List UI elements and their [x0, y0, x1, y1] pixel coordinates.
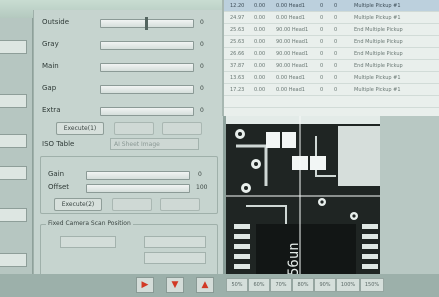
left-field-4[interactable]: [0, 166, 27, 180]
gain-value: 0: [198, 171, 202, 178]
left-field-6[interactable]: [0, 253, 27, 267]
offset-value: 100: [196, 184, 208, 191]
iso-table-label: ISO Table: [42, 140, 75, 148]
zoom-90-button[interactable]: 90%: [314, 278, 336, 292]
param-label-main: Main: [42, 62, 59, 70]
placement-table: 12.20 0.00 0.00 Head1 0 0 Multiple Picku…: [222, 0, 439, 116]
row2-button-3[interactable]: [160, 198, 200, 211]
right-side-panel: [380, 116, 439, 289]
arrow-left-button[interactable]: ▶: [136, 277, 154, 293]
fixed-camera-group: [40, 224, 218, 276]
table-row[interactable]: 37.87 0.00 90.00 Head1 0 0 End Multiple …: [224, 60, 439, 72]
execute-2-button[interactable]: Execute(2): [54, 198, 102, 211]
table-row[interactable]: 12.20 0.00 0.00 Head1 0 0 Multiple Picku…: [224, 0, 439, 12]
iso-table-dropdown[interactable]: AI Sheet Image: [110, 138, 199, 150]
row1-button-2[interactable]: [114, 122, 154, 135]
zoom-60-button[interactable]: 60%: [248, 278, 270, 292]
param-value-gray: 0: [200, 41, 204, 48]
slider-main[interactable]: [100, 63, 194, 72]
slider-outside[interactable]: [100, 17, 194, 30]
arrow-icon: ▶: [141, 279, 149, 290]
slider-extra[interactable]: [100, 107, 194, 116]
table-row[interactable]: 25.63 0.00 90.00 Head1 0 0 End Multiple …: [224, 36, 439, 48]
table-row[interactable]: [224, 108, 439, 116]
gain-label: Gain: [48, 170, 65, 178]
param-label-gray: Gray: [42, 40, 59, 48]
param-label-outside: Outside: [42, 18, 70, 26]
zoom-50-button[interactable]: 50%: [226, 278, 248, 292]
left-field-3[interactable]: [0, 134, 27, 148]
param-value-gap: 0: [200, 85, 204, 92]
slider-offset[interactable]: [86, 184, 190, 193]
left-side-panel: [0, 18, 33, 297]
slider-thumb[interactable]: [145, 17, 148, 30]
slider-gap[interactable]: [100, 85, 194, 94]
table-row[interactable]: 26.66 0.00 90.00 Head1 0 0 End Multiple …: [224, 48, 439, 60]
fixed-camera-title: Fixed Camera Scan Position: [46, 220, 133, 227]
param-label-gap: Gap: [42, 84, 57, 92]
left-field-1[interactable]: [0, 40, 27, 54]
offset-label: Offset: [48, 183, 70, 191]
param-value-outside: 0: [200, 19, 204, 26]
arrow-down-button[interactable]: ▼: [166, 277, 184, 293]
camera-x-field[interactable]: [60, 236, 116, 248]
camera-view[interactable]: 56un: [226, 116, 380, 289]
execute-1-button[interactable]: Execute(1): [56, 122, 104, 135]
arrow-up-icon: ▲: [201, 279, 209, 290]
row2-button-2[interactable]: [112, 198, 152, 211]
param-value-extra: 0: [200, 107, 204, 114]
zoom-80-button[interactable]: 80%: [292, 278, 314, 292]
zoom-70-button[interactable]: 70%: [270, 278, 292, 292]
table-row[interactable]: [224, 96, 439, 108]
table-row[interactable]: 24.97 0.00 0.00 Head1 0 0 Multiple Picku…: [224, 12, 439, 24]
slider-gain[interactable]: [86, 171, 190, 180]
camera-y-field[interactable]: [144, 236, 206, 248]
zoom-100-button[interactable]: 100%: [336, 278, 360, 292]
arrow-up-button[interactable]: ▲: [196, 277, 214, 293]
table-row[interactable]: 13.63 0.00 0.00 Head1 0 0 Multiple Picku…: [224, 72, 439, 84]
param-value-main: 0: [200, 63, 204, 70]
adjustment-panel: Outside 0 Gray 0 Main 0 Gap 0 Extra 0 Ex…: [33, 10, 223, 280]
arrow-down-icon: ▼: [171, 279, 179, 290]
table-row[interactable]: 17.23 0.00 0.00 Head1 0 0 Multiple Picku…: [224, 84, 439, 96]
left-field-5[interactable]: [0, 208, 27, 222]
param-label-extra: Extra: [42, 106, 61, 114]
zoom-150-button[interactable]: 150%: [360, 278, 384, 292]
table-row[interactable]: 25.63 0.00 90.00 Head1 0 0 End Multiple …: [224, 24, 439, 36]
slider-gray[interactable]: [100, 41, 194, 50]
row1-button-3[interactable]: [162, 122, 202, 135]
pcb-camera-image: 56un: [226, 116, 380, 289]
left-field-2[interactable]: [0, 94, 27, 108]
camera-z-field[interactable]: [144, 252, 206, 264]
